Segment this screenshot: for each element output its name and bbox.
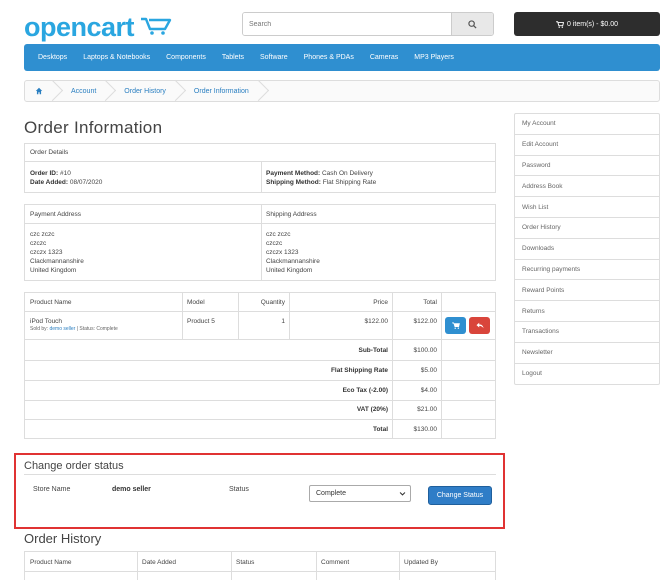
product-name[interactable]: iPod Touch <box>30 317 62 326</box>
chevron-down-icon <box>399 492 406 496</box>
payment-address: czc zczc czczc czczx 1323 Clackmannanshire U… <box>30 231 84 274</box>
history-col-status: Status <box>236 559 255 566</box>
sidebar-item-order-history[interactable]: Order History <box>515 218 659 239</box>
col-price: Price <box>373 299 388 306</box>
breadcrumb-separator <box>51 80 61 102</box>
sidebar-item-wish-list[interactable]: Wish List <box>515 197 659 218</box>
history-col-date: Date Added <box>142 559 176 566</box>
address-table: Payment Address Shipping Address czc zcz… <box>24 204 496 281</box>
breadcrumb: Account Order History Order Information <box>24 80 660 102</box>
menu-item-desktops[interactable]: Desktops <box>38 54 67 61</box>
cart-icon <box>556 20 565 28</box>
store-name-label: Store Name <box>33 486 71 493</box>
shipping-address-heading: Shipping Address <box>266 211 317 218</box>
sidebar-item-newsletter[interactable]: Newsletter <box>515 343 659 364</box>
breadcrumb-order-information[interactable]: Order Information <box>194 88 249 95</box>
eco-tax-label: Eco Tax (-2.00) <box>342 387 388 394</box>
logo-cart-icon <box>141 17 172 35</box>
menu-item-laptops[interactable]: Laptops & Notebooks <box>83 54 150 61</box>
order-history-table: Product Name Date Added Status Comment U… <box>24 551 496 580</box>
col-model: Model <box>187 299 205 306</box>
reply-icon <box>476 322 483 329</box>
reorder-button[interactable] <box>445 317 466 334</box>
sidebar-item-my-account[interactable]: My Account <box>515 114 659 135</box>
store-logo[interactable]: opencart <box>24 12 135 42</box>
sidebar-item-address-book[interactable]: Address Book <box>515 176 659 198</box>
subtotal-value: $100.00 <box>413 347 438 354</box>
search-box <box>242 12 494 36</box>
menu-item-components[interactable]: Components <box>166 54 206 61</box>
sidebar-item-password[interactable]: Password <box>515 156 659 177</box>
eco-tax-value: $4.00 <box>420 387 437 394</box>
divider <box>24 474 496 475</box>
total-label: Total <box>372 426 388 433</box>
shipping-method: Shipping Method: Flat Shipping Rate <box>266 179 377 186</box>
history-col-comment: Comment <box>321 559 350 566</box>
vat-value: $21.00 <box>417 406 437 413</box>
col-total: Total <box>423 299 437 306</box>
breadcrumb-separator <box>174 80 184 102</box>
search-input[interactable] <box>243 13 451 35</box>
cart-label: 0 item(s) - $0.00 <box>567 20 618 28</box>
breadcrumb-separator <box>257 80 267 102</box>
vat-label: VAT (20%) <box>356 406 388 413</box>
sidebar-item-recurring[interactable]: Recurring payments <box>515 260 659 281</box>
product-quantity: 1 <box>281 318 285 325</box>
menu-item-phones[interactable]: Phones & PDAs <box>304 54 354 61</box>
seller-link[interactable]: demo seller <box>49 326 75 332</box>
status-select[interactable]: Complete <box>309 485 411 502</box>
product-total: $122.00 <box>413 318 438 325</box>
product-meta: Sold by: demo seller | Status: Complete <box>30 326 118 332</box>
breadcrumb-account[interactable]: Account <box>71 88 96 95</box>
menu-item-cameras[interactable]: Cameras <box>370 54 398 61</box>
cart-icon <box>451 322 460 329</box>
status-label: Status <box>229 486 249 493</box>
order-history-heading: Order History <box>24 531 102 546</box>
total-value: $130.00 <box>413 426 438 433</box>
sidebar-item-edit-account[interactable]: Edit Account <box>515 135 659 156</box>
change-status-button[interactable]: Change Status <box>428 486 492 505</box>
return-button[interactable] <box>469 317 490 334</box>
search-button[interactable] <box>451 13 493 35</box>
order-id: Order ID: #10 <box>30 170 71 177</box>
order-details-table: Order Details Order ID: #10 Date Added: … <box>24 143 496 193</box>
subtotal-label: Sub-Total <box>358 347 389 354</box>
history-col-product: Product Name <box>30 559 72 566</box>
shipping-label: Flat Shipping Rate <box>330 367 388 374</box>
cart-button[interactable]: 0 item(s) - $0.00 <box>514 12 660 36</box>
main-menu: Desktops Laptops & Notebooks Components … <box>24 44 660 71</box>
order-details-heading: Order Details <box>30 149 69 156</box>
products-table: Product Name Model Quantity Price Total … <box>24 292 496 439</box>
shipping-address: czc zczc czczc czczx 1323 Clackmannanshire U… <box>266 231 320 274</box>
status-select-value: Complete <box>316 490 346 497</box>
payment-address-heading: Payment Address <box>30 211 81 218</box>
history-col-updated-by: Updated By <box>404 559 438 566</box>
menu-item-mp3[interactable]: MP3 Players <box>414 54 454 61</box>
sidebar-item-reward-points[interactable]: Reward Points <box>515 280 659 302</box>
payment-method: Payment Method: Cash On Delivery <box>266 170 373 177</box>
breadcrumb-separator <box>104 80 114 102</box>
sidebar-item-downloads[interactable]: Downloads <box>515 239 659 260</box>
col-product-name: Product Name <box>30 299 72 306</box>
sidebar-item-returns[interactable]: Returns <box>515 301 659 322</box>
shipping-value: $5.00 <box>420 367 437 374</box>
product-price: $122.00 <box>364 318 389 325</box>
order-date: Date Added: 08/07/2020 <box>30 179 103 186</box>
sidebar-item-logout[interactable]: Logout <box>515 364 659 385</box>
breadcrumb-order-history[interactable]: Order History <box>124 88 166 95</box>
menu-item-tablets[interactable]: Tablets <box>222 54 244 61</box>
menu-item-software[interactable]: Software <box>260 54 288 61</box>
search-icon <box>468 19 477 29</box>
product-model: Product 5 <box>187 318 215 325</box>
account-sidebar: My Account Edit Account Password Address… <box>514 113 660 386</box>
page-title: Order Information <box>24 118 163 137</box>
change-status-heading: Change order status <box>24 460 124 472</box>
sidebar-item-transactions[interactable]: Transactions <box>515 322 659 343</box>
col-quantity: Quantity <box>260 299 285 306</box>
store-name-value: demo seller <box>112 486 151 493</box>
